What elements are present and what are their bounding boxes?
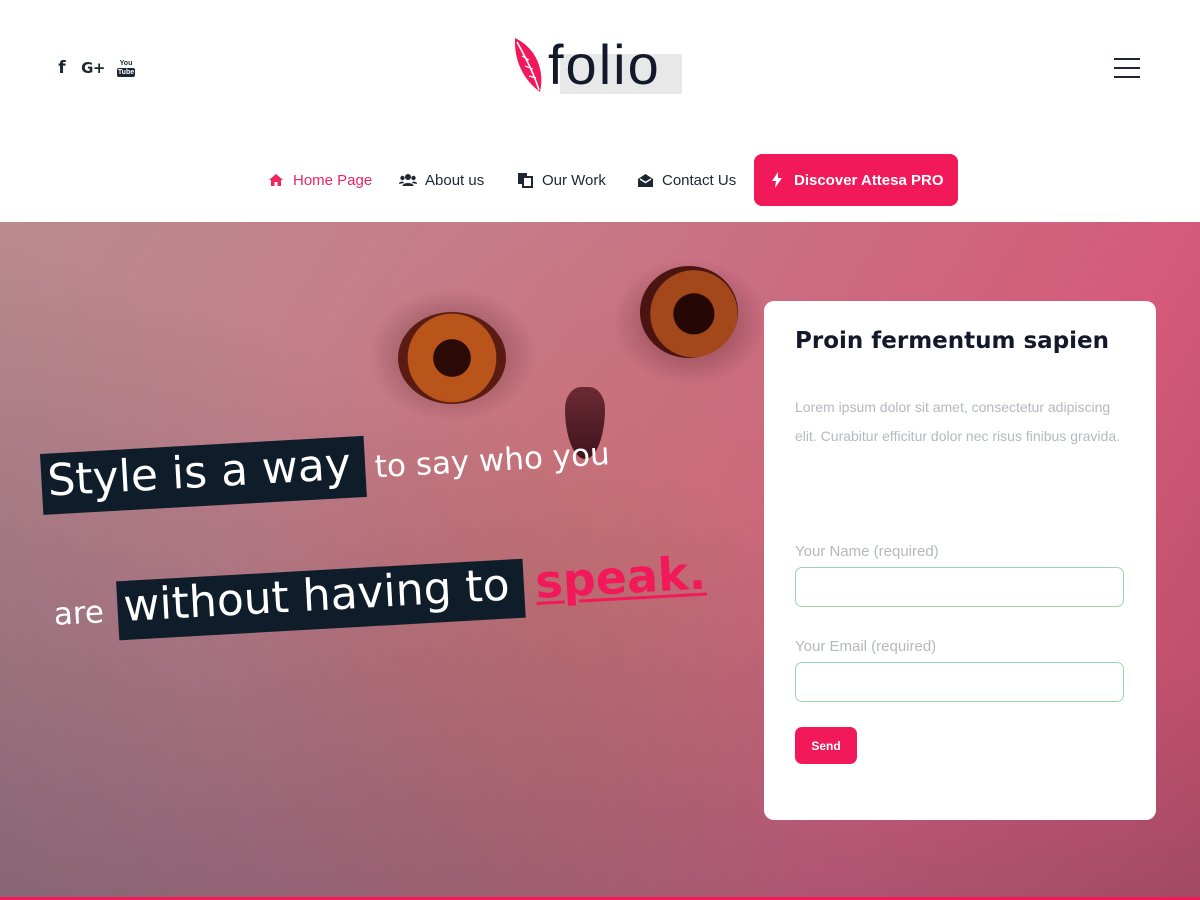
home-icon bbox=[267, 172, 285, 188]
form-title: Proin fermentum sapien bbox=[795, 328, 1110, 354]
main-navigation: Home Page About us Our Work Contact Us D… bbox=[0, 154, 1200, 206]
discover-pro-label: Discover Attesa PRO bbox=[794, 171, 944, 189]
send-button[interactable]: Send bbox=[795, 727, 857, 764]
youtube-icon-bottom: Tube bbox=[116, 67, 136, 77]
hamburger-line bbox=[1114, 67, 1140, 69]
hero-section: Style is a way to say who you are without … bbox=[0, 222, 1200, 900]
facebook-icon[interactable]: f bbox=[56, 58, 68, 78]
nav-item-label: Our Work bbox=[542, 171, 606, 189]
nav-item-contact[interactable]: Contact Us bbox=[636, 154, 736, 206]
contact-form-card: Proin fermentum sapien Lorem ipsum dolor… bbox=[764, 301, 1156, 820]
hamburger-menu-icon[interactable] bbox=[1114, 58, 1140, 78]
site-logo[interactable]: folio bbox=[512, 32, 687, 98]
hero-text-2: are bbox=[52, 594, 105, 633]
form-description: Lorem ipsum dolor sit amet, consectetur … bbox=[795, 399, 1121, 444]
site-header: f G+ You Tube folio bbox=[0, 0, 1200, 140]
nav-item-label: About us bbox=[425, 171, 485, 189]
copy-icon bbox=[516, 172, 534, 188]
email-label: Your Email (required) bbox=[795, 638, 937, 655]
envelope-open-icon bbox=[636, 172, 654, 188]
email-input[interactable] bbox=[795, 662, 1124, 702]
users-icon bbox=[399, 172, 417, 188]
youtube-icon-top: You bbox=[119, 59, 133, 67]
leaf-logo-icon bbox=[514, 38, 542, 92]
social-links: f G+ You Tube bbox=[56, 58, 136, 78]
youtube-icon[interactable]: You Tube bbox=[116, 58, 136, 78]
name-label: Your Name (required) bbox=[795, 543, 939, 560]
hero-text-1: to say who you bbox=[373, 436, 611, 486]
name-input[interactable] bbox=[795, 567, 1124, 607]
hamburger-line bbox=[1114, 58, 1140, 60]
bolt-icon bbox=[768, 172, 786, 188]
nav-item-label: Home Page bbox=[293, 171, 373, 189]
nav-item-about[interactable]: About us bbox=[399, 154, 484, 206]
google-plus-icon[interactable]: G+ bbox=[81, 58, 105, 78]
hamburger-line bbox=[1114, 76, 1140, 78]
nav-item-home[interactable]: Home Page bbox=[267, 154, 372, 206]
logo-wordmark: folio bbox=[548, 33, 661, 96]
hero-accent-word: speak. bbox=[533, 545, 708, 609]
nav-item-label: Contact Us bbox=[662, 171, 737, 189]
nav-item-our-work[interactable]: Our Work bbox=[516, 154, 606, 206]
discover-pro-button[interactable]: Discover Attesa PRO bbox=[754, 154, 958, 206]
